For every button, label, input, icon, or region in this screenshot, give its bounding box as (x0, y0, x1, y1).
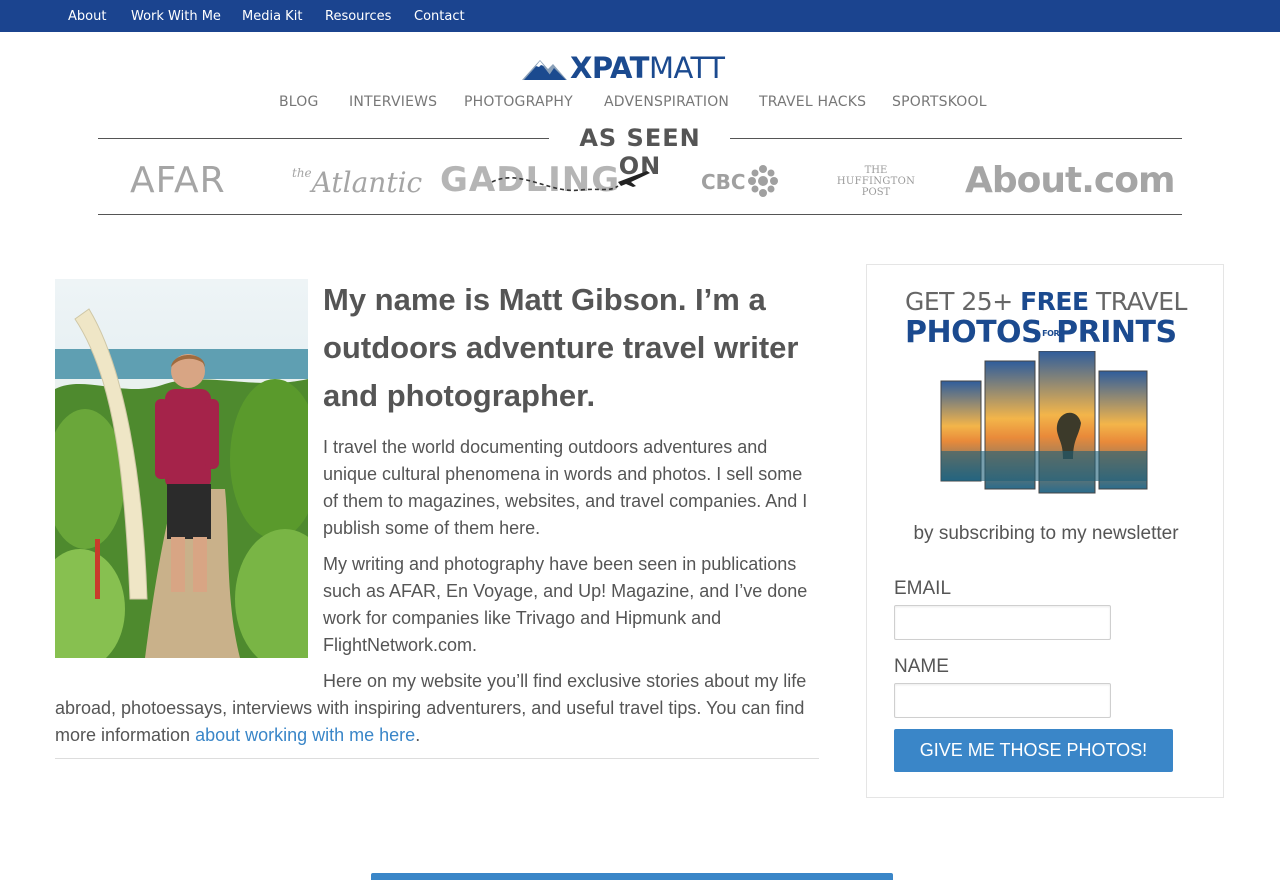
plane-icon (491, 171, 650, 192)
nav-travel-hacks[interactable]: TRAVEL HACKS (759, 94, 866, 110)
topnav-contact[interactable]: Contact (414, 9, 465, 24)
about-dotcom: .com (1081, 160, 1175, 201)
topnav-work-with-me[interactable]: Work With Me (131, 9, 221, 24)
cbc-gem-icon (748, 165, 778, 197)
press-logo-about: About.com (965, 160, 1175, 201)
promo-headline-line2: PHOTOSFORPRINTS (905, 315, 1177, 350)
intro-paragraph-3-text: Here on my website you’ll find exclusive… (55, 671, 807, 745)
logo-wordmark: XPATMATT (570, 51, 725, 85)
topnav-media-kit[interactable]: Media Kit (242, 9, 302, 24)
seen-on-rule-left (98, 138, 549, 139)
footer-banner-edge (371, 873, 893, 880)
work-with-me-link[interactable]: about working with me here (195, 725, 415, 745)
about-word: About (965, 160, 1082, 201)
submit-button[interactable]: GIVE ME THOSE PHOTOS! (894, 729, 1173, 772)
author-photo (55, 279, 308, 658)
nav-interviews[interactable]: INTERVIEWS (349, 94, 437, 110)
intro-paragraph-3: Here on my website you’ll find exclusive… (55, 668, 819, 749)
email-label: EMAIL (894, 578, 952, 599)
huffington-line2: HUFFINGTON (836, 176, 916, 187)
topnav-resources[interactable]: Resources (325, 9, 391, 24)
top-bar: About Work With Me Media Kit Resources C… (0, 0, 1280, 32)
newsletter-signup-widget: GET 25+ FREE TRAVEL PHOTOSFORPRINTS by s… (866, 264, 1224, 798)
site-logo[interactable]: XPATMATT (522, 52, 748, 84)
email-field[interactable] (894, 605, 1111, 640)
name-field[interactable] (894, 683, 1111, 718)
logo-matt: MATT (648, 51, 725, 85)
press-logo-huffington: THE HUFFINGTON POST (833, 165, 919, 198)
promo-headline-line1: GET 25+ FREE TRAVEL (905, 287, 1187, 316)
press-logo-cbc: CBC (701, 170, 746, 194)
content-divider (55, 758, 819, 759)
atlantic-word: Atlantic (311, 166, 423, 199)
canvas-prints-image (940, 351, 1148, 494)
nav-blog[interactable]: BLOG (279, 94, 319, 110)
logo-xpat: XPAT (570, 51, 649, 85)
promo-for: FOR (1042, 328, 1060, 338)
nav-advenspiration[interactable]: ADVENSPIRATION (604, 94, 729, 110)
subscribe-text: by subscribing to my newsletter (913, 523, 1179, 544)
huffington-line3: POST (861, 187, 891, 198)
name-label: NAME (894, 656, 949, 677)
promo-get: GET 25+ (905, 287, 1021, 316)
seen-on-rule-right (730, 138, 1182, 139)
atlantic-the: the (292, 166, 312, 180)
mountain-icon (522, 60, 567, 80)
press-logo-afar: AFAR (130, 160, 226, 201)
nav-sportskool[interactable]: SPORTSKOOL (892, 94, 987, 110)
topnav-about[interactable]: About (68, 9, 106, 24)
promo-photos: PHOTOS (905, 315, 1043, 350)
promo-free: FREE (1020, 287, 1089, 316)
intro-paragraph-2: My writing and photography have been see… (323, 554, 808, 655)
promo-travel: TRAVEL (1088, 287, 1187, 316)
seen-on-rule-bottom (98, 214, 1182, 215)
promo-prints: PRINTS (1056, 315, 1177, 350)
press-logo-atlantic: theAtlantic (292, 166, 422, 199)
intro-headline: My name is Matt Gibson. I’m a outdoors a… (323, 282, 799, 413)
huffington-line1: THE (864, 165, 888, 176)
intro-paragraph-1: I travel the world documenting outdoors … (323, 437, 808, 538)
nav-photography[interactable]: PHOTOGRAPHY (464, 94, 573, 110)
intro-paragraph-3-end: . (415, 725, 421, 745)
